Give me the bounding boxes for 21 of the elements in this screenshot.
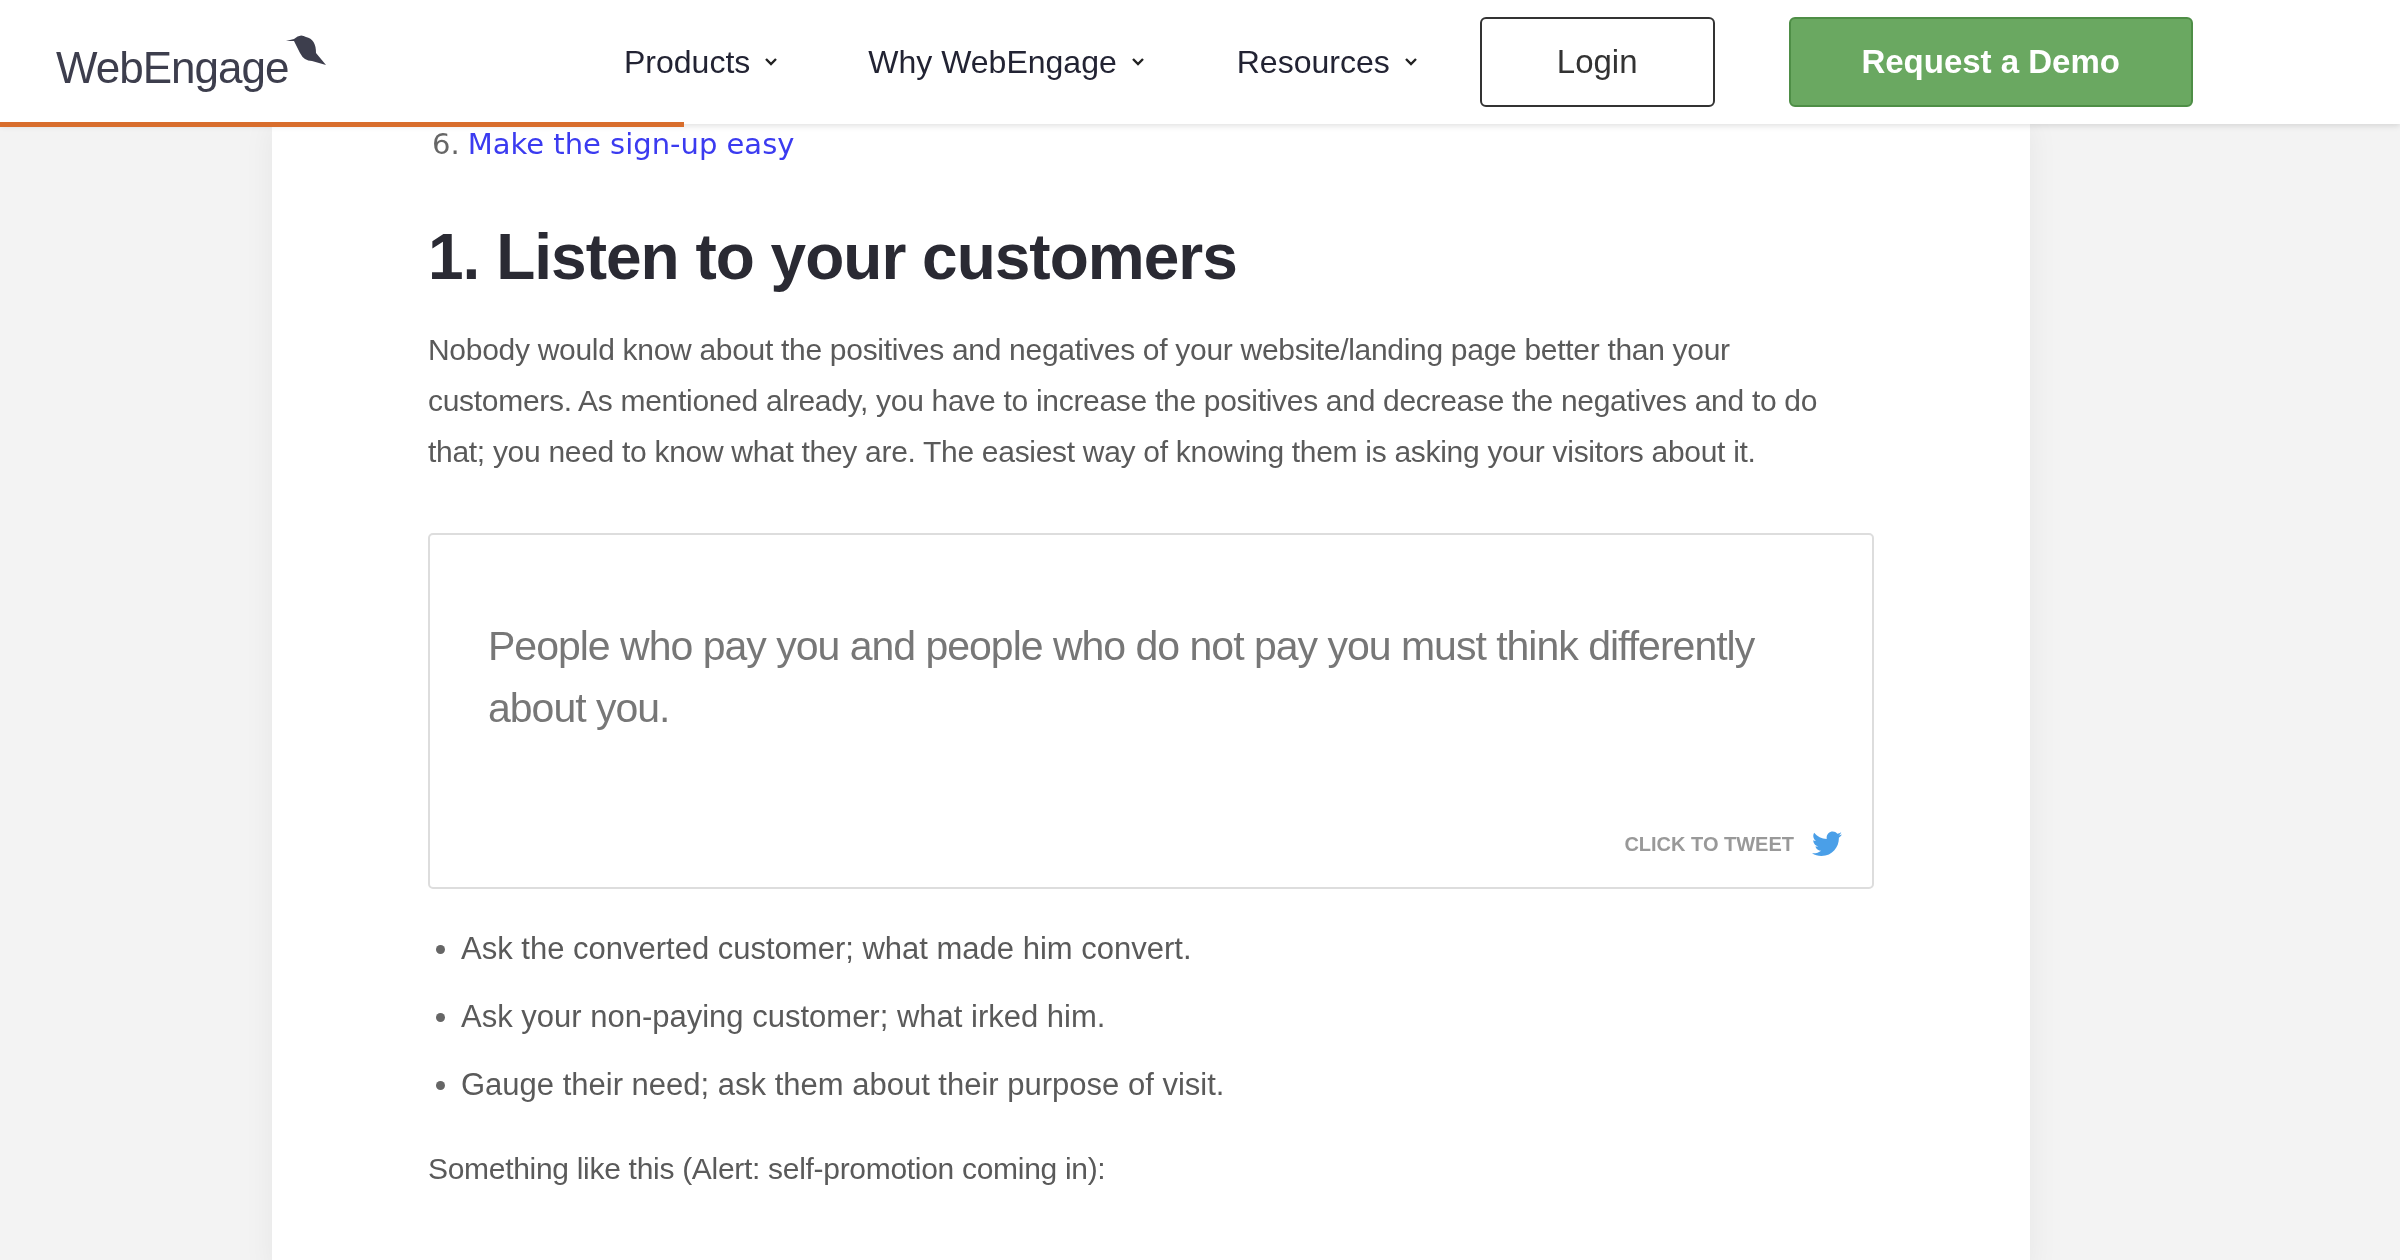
list-number: 6. (432, 126, 460, 163)
nav-menu[interactable]: Resources (1236, 43, 1418, 81)
list-item: Gauge their need; ask them about their purpose of visit. (461, 1067, 1225, 1103)
list-item: Ask the converted customer; what made him convert. (461, 931, 1192, 967)
login-button[interactable]: Login (1479, 17, 1715, 107)
nav-menu[interactable]: Products (624, 43, 779, 81)
logo[interactable]: WebEngage (56, 31, 327, 93)
bird-icon (1812, 831, 1842, 857)
paragraph: Nobody would know about the positives and negatives of your website/landing page better than your customers. As mentioned already, you have to increase the positives and decrease the negatives and to do that; you need to know what they are. The easiest way of knowing them is asking your visitors about it. (428, 332, 1819, 470)
bullet-icon (436, 1012, 445, 1022)
caret-icon (1130, 57, 1145, 67)
bullet-icon (436, 944, 445, 954)
nav-menu[interactable]: Why WebEngage (868, 43, 1145, 81)
section-heading: 1. Listen to your customers (428, 220, 1238, 294)
paragraph: Something like this (Alert: self-promotion coming in): (428, 1151, 1107, 1187)
quote-text: People who pay you and people who do not pay you must think differently about you. (488, 622, 1756, 733)
caret-icon (764, 57, 779, 67)
caret-icon (1403, 57, 1418, 67)
list-item: Ask your non-paying customer; what irked him. (461, 999, 1106, 1035)
toc-link[interactable]: Make the sign-up easy (467, 124, 795, 164)
bullet-icon (436, 1080, 445, 1090)
